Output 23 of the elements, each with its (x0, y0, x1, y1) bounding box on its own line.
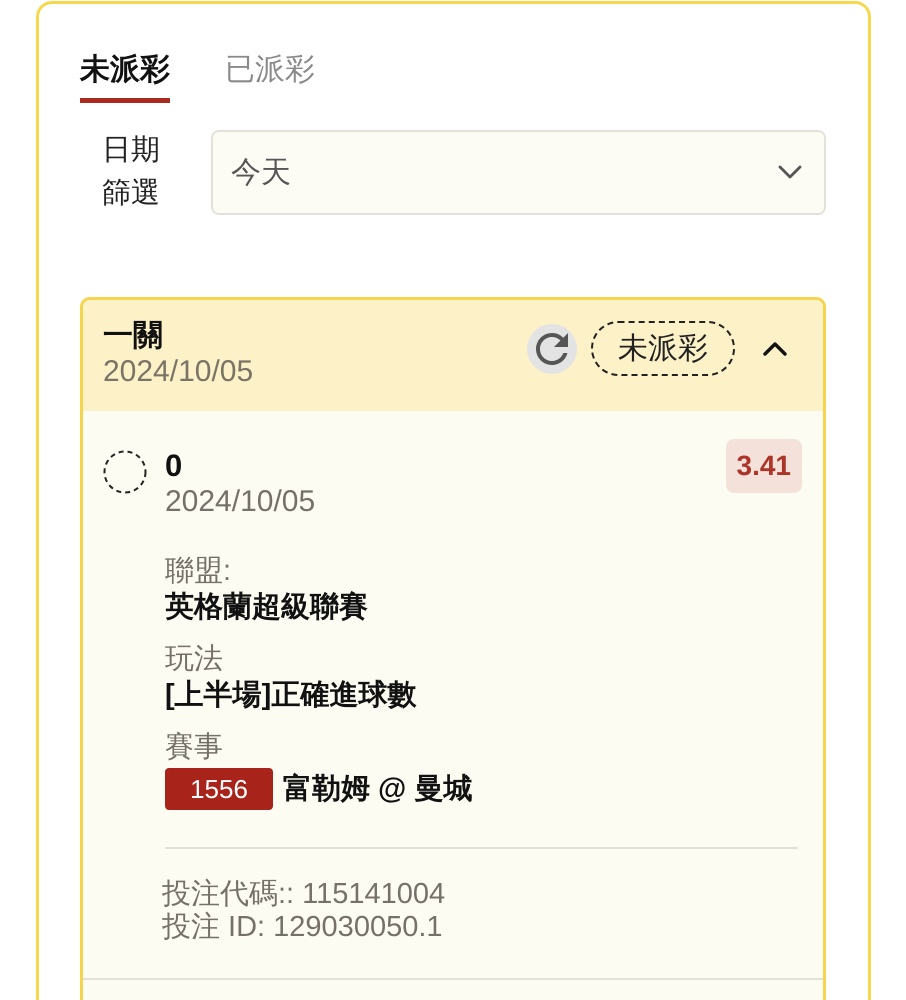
match-number-badge: 1556 (165, 768, 273, 810)
status-badge: 未派彩 (591, 321, 735, 376)
tab[interactable]: 未派彩 (80, 52, 170, 103)
match-teams: 富勒姆 @ 曼城 (283, 772, 472, 807)
bet-id: 投注 ID: 129030050.1 (162, 911, 443, 944)
refresh-icon (536, 332, 568, 364)
selection-date: 2024/10/05 (165, 484, 316, 520)
field-label: 聯盟: (165, 554, 232, 589)
bet-code: 投注代碼:: 115141004 (162, 878, 446, 911)
dashed-circle-icon (103, 450, 147, 494)
selection-name: 0 (165, 448, 184, 484)
field-value: [上半場]正確進球數 (165, 678, 416, 713)
field-label: 玩法 (165, 642, 223, 677)
date-select[interactable]: 今天 (211, 130, 826, 214)
field-label: 賽事 (165, 730, 223, 765)
date-filter-label: 日期篩選 (102, 133, 161, 211)
chevron-down-icon (778, 165, 802, 179)
bet-date: 2024/10/05 (103, 354, 254, 390)
odds-badge: 3.41 (726, 439, 802, 493)
bet-type-title: 一關 (103, 318, 164, 354)
chevron-up-icon[interactable] (763, 342, 787, 356)
field-value: 英格蘭超級聯賽 (165, 590, 368, 625)
refresh-button[interactable] (527, 324, 577, 374)
